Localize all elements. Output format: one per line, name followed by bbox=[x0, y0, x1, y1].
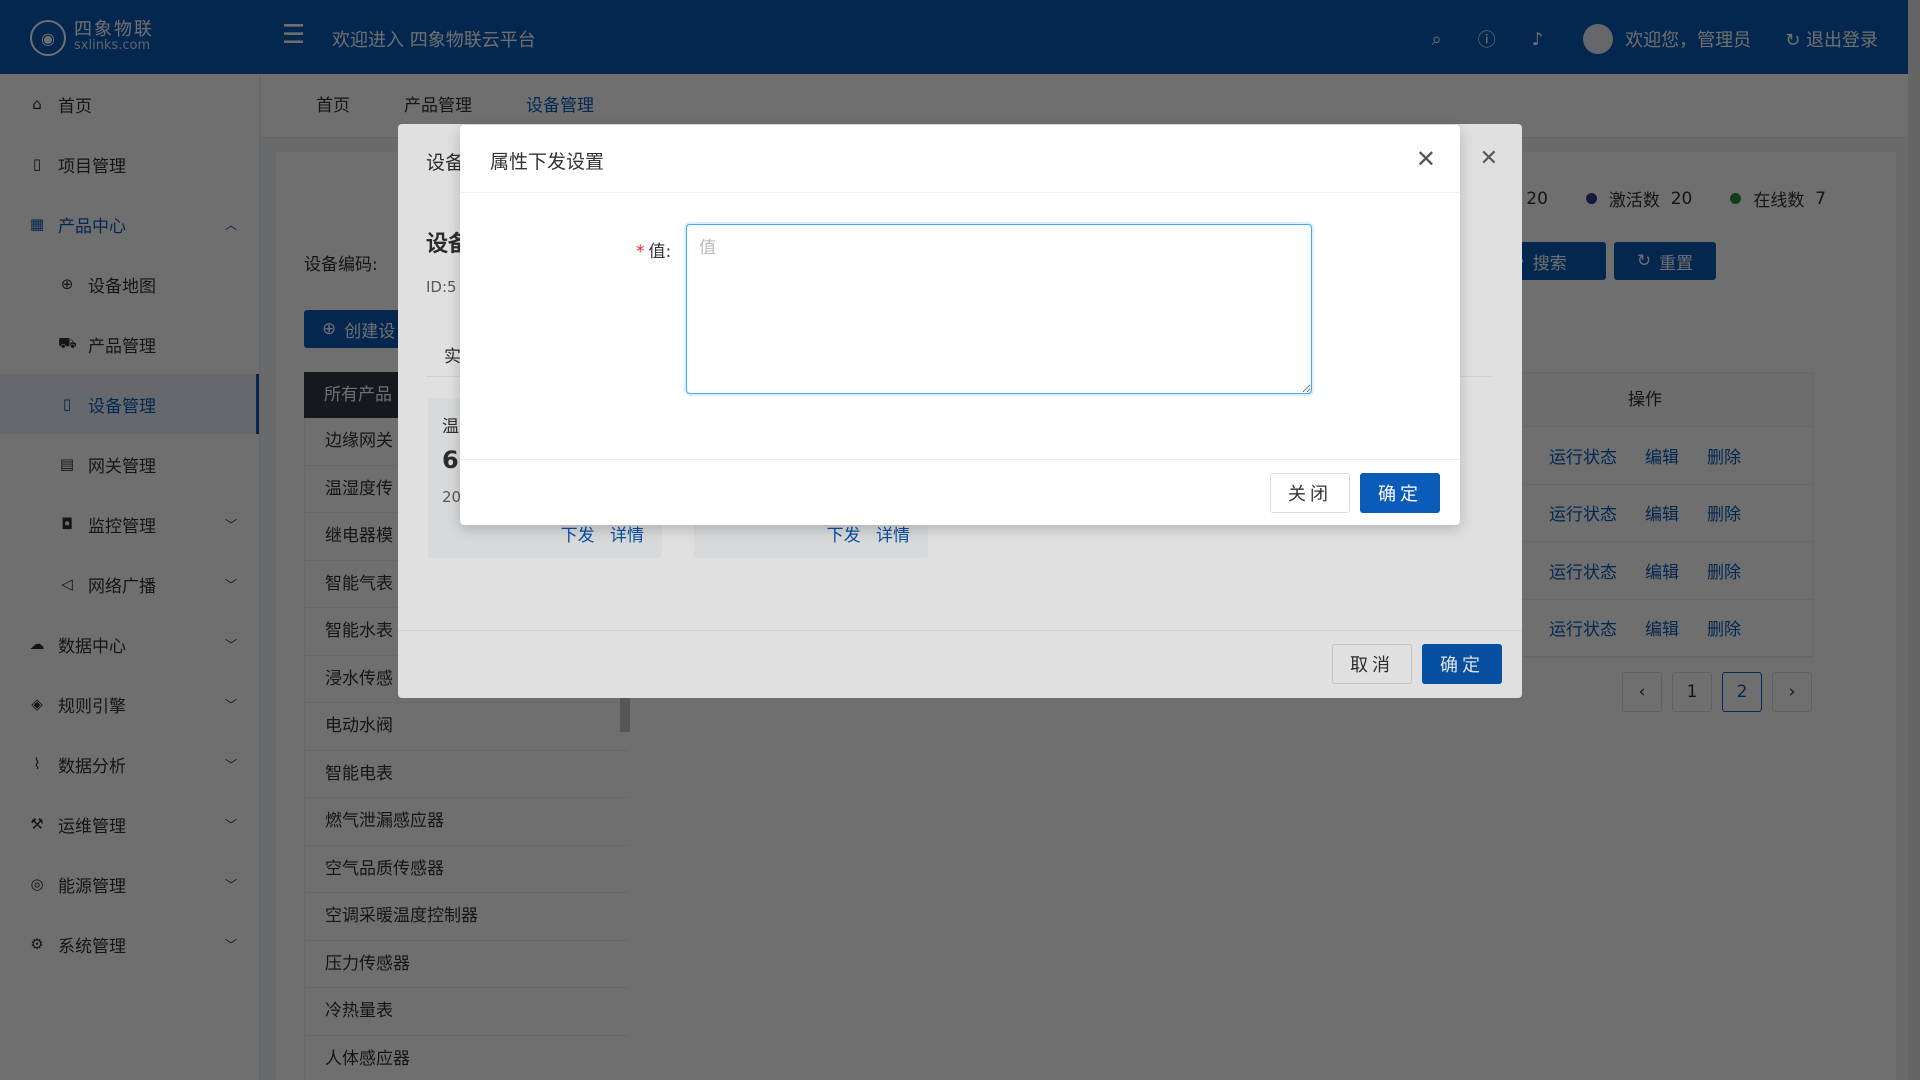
attribute-dialog-title: 属性下发设置 bbox=[490, 151, 605, 173]
required-mark: * bbox=[636, 242, 645, 262]
value-textarea[interactable] bbox=[686, 224, 1312, 394]
value-label-text: 值: bbox=[648, 242, 672, 262]
close-button[interactable]: 关闭 bbox=[1270, 473, 1350, 513]
close-icon[interactable]: ✕ bbox=[1416, 145, 1436, 173]
confirm-button[interactable]: 确定 bbox=[1360, 473, 1440, 513]
attribute-dialog: 属性下发设置 ✕ *值: 关闭 确定 bbox=[460, 125, 1460, 525]
value-label: * 值: bbox=[636, 237, 671, 262]
